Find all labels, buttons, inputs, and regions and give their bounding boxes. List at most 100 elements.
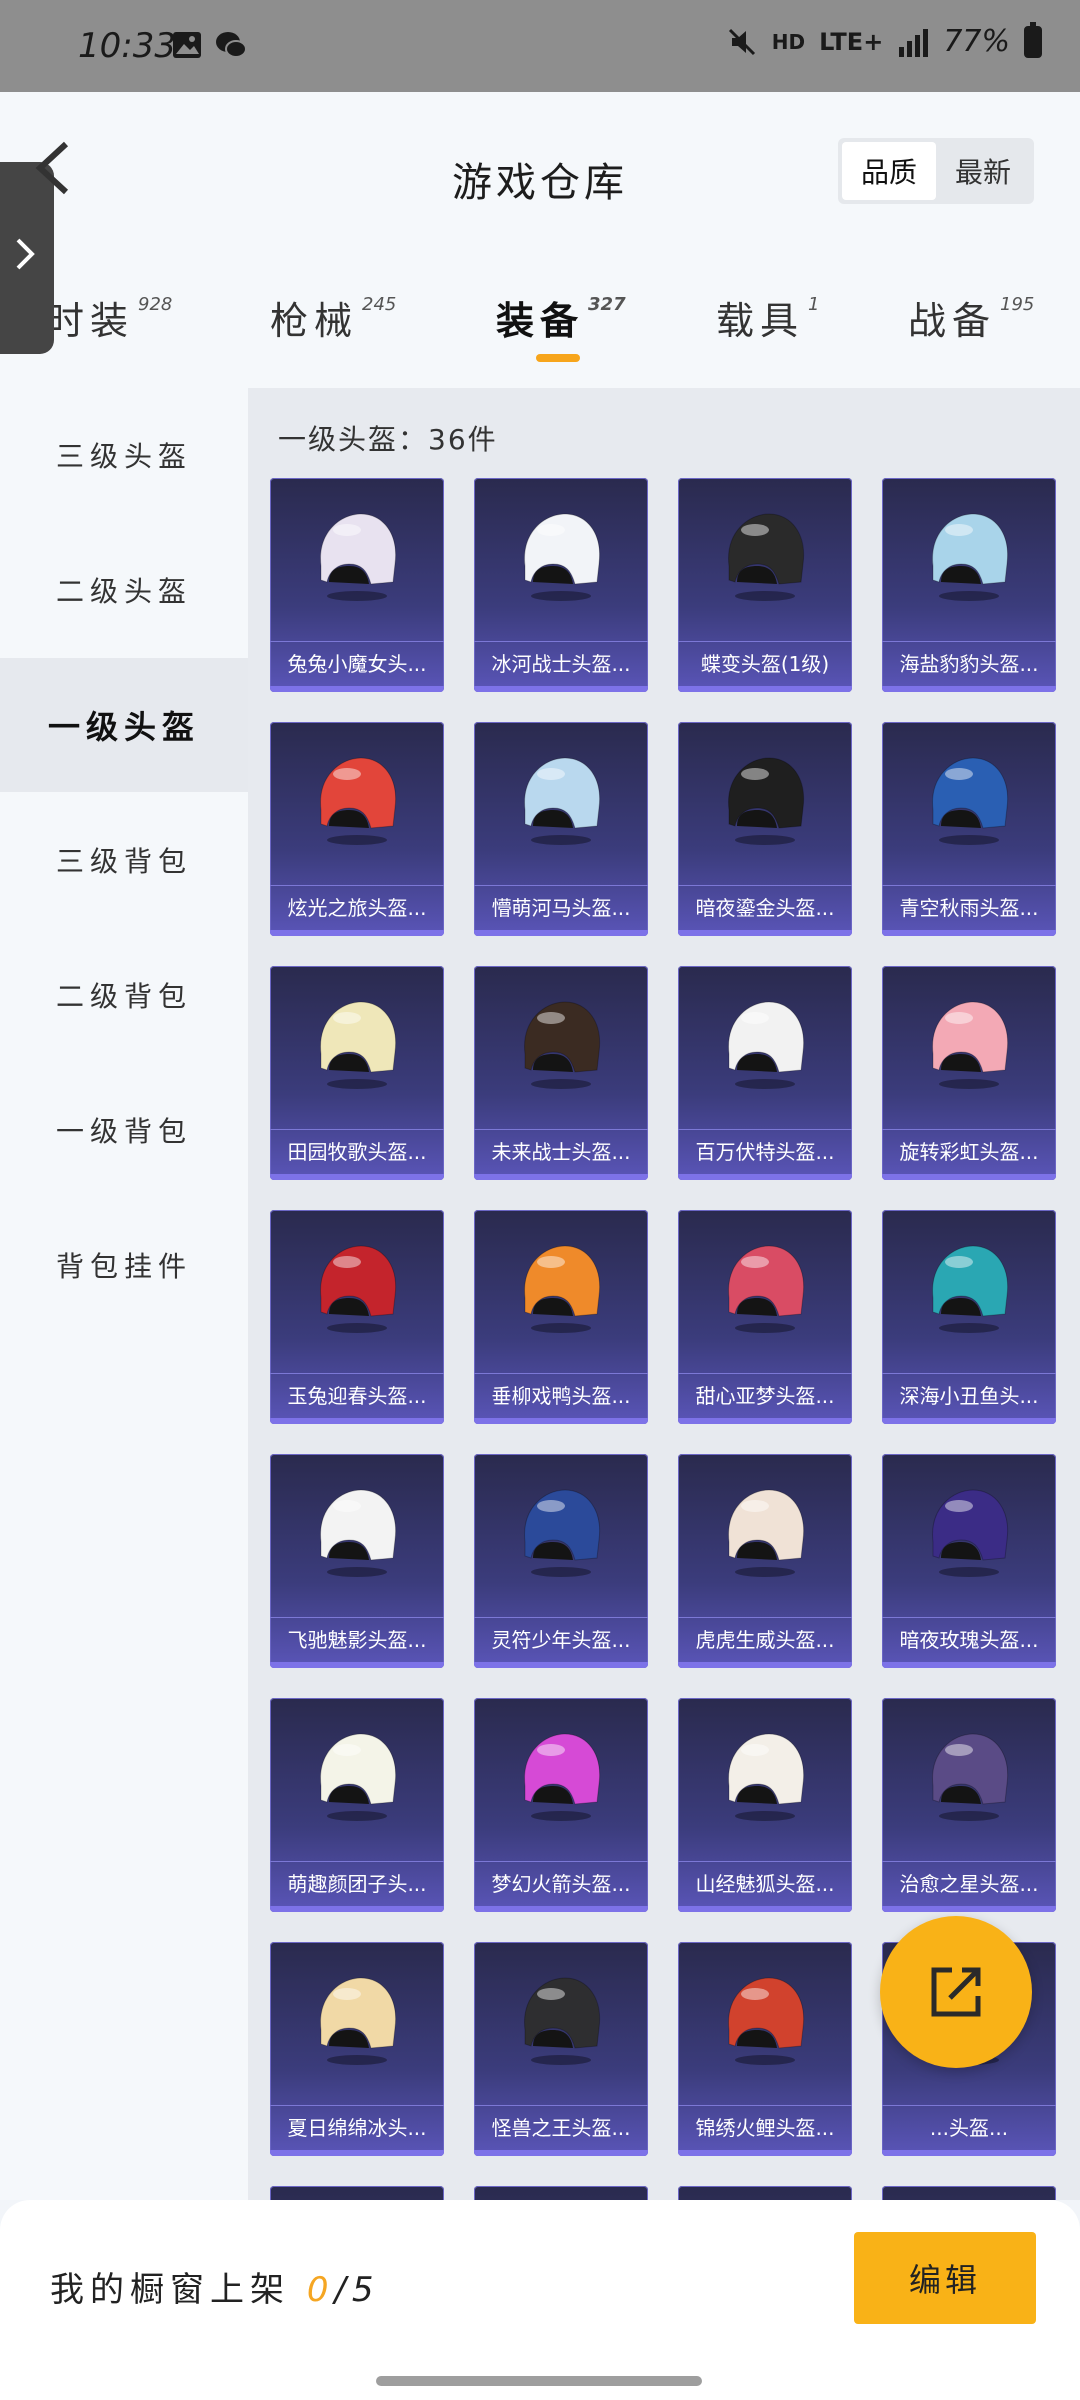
item-name: 暗夜玫瑰头盔... [882,1617,1056,1662]
item-name: 田园牧歌头盔... [270,1129,444,1174]
shelf-status: 我的橱窗上架 0/5 [50,2262,380,2311]
item-name: 飞驰魅影头盔... [270,1617,444,1662]
item-card[interactable]: 旋转彩虹头盔... [882,966,1056,1180]
helmet-icon [728,757,805,845]
back-arrow-icon[interactable] [28,138,72,198]
rarity-bar [270,1174,444,1180]
rarity-bar [474,1418,648,1424]
item-card[interactable] [882,2186,1056,2200]
item-name: ...头盔... [882,2105,1056,2150]
item-name: 梦幻火箭头盔... [474,1861,648,1906]
sidebar-item-level2-helmet[interactable]: 二级头盔 [0,523,248,657]
helmet-icon [320,1245,397,1333]
item-name: 萌趣颜团子头... [270,1861,444,1906]
item-card[interactable]: 飞驰魅影头盔... [270,1454,444,1668]
header: 游戏仓库 品质 最新 [0,92,1080,262]
item-card[interactable]: 兔兔小魔女头... [270,478,444,692]
item-card[interactable] [270,2186,444,2200]
item-name: 治愈之星头盔... [882,1861,1056,1906]
rarity-bar [678,1418,852,1424]
rarity-bar [270,2150,444,2156]
sidebar-item-level1-backpack[interactable]: 一级背包 [0,1063,248,1197]
item-card[interactable]: 炫光之旅头盔... [270,722,444,936]
item-card[interactable]: 甜心亚梦头盔... [678,1210,852,1424]
item-name: 垂柳戏鸭头盔... [474,1373,648,1418]
gesture-bar [0,2368,1080,2400]
rarity-bar [270,930,444,936]
helmet-icon [320,757,397,845]
tab-vehicles[interactable]: 载具 1 [716,290,819,345]
item-name: 青空秋雨头盔... [882,885,1056,930]
helmet-icon [728,513,805,601]
rarity-bar [882,1418,1056,1424]
item-card[interactable]: 治愈之星头盔... [882,1698,1056,1912]
helmet-icon [524,1733,601,1821]
item-card[interactable]: 蝶变头盔(1级) [678,478,852,692]
rarity-bar [270,1418,444,1424]
rarity-bar [270,1662,444,1668]
sort-toggle[interactable]: 品质 最新 [838,138,1034,204]
item-card[interactable]: 垂柳戏鸭头盔... [474,1210,648,1424]
helmet-icon [320,1977,397,2065]
edit-button[interactable]: 编辑 [854,2232,1036,2324]
rarity-bar [678,930,852,936]
item-card[interactable]: 冰河战士头盔... [474,478,648,692]
share-button[interactable] [880,1916,1032,2068]
item-name: 灵符少年头盔... [474,1617,648,1662]
item-name: 怪兽之王头盔... [474,2105,648,2150]
item-card[interactable]: 深海小丑鱼头... [882,1210,1056,1424]
item-card[interactable]: 百万伏特头盔... [678,966,852,1180]
rarity-bar [474,1662,648,1668]
item-card[interactable]: 玉兔迎春头盔... [270,1210,444,1424]
helmet-icon [320,1489,397,1577]
item-card[interactable]: 虎虎生威头盔... [678,1454,852,1668]
helmet-icon [524,1977,601,2065]
helmet-icon [932,1245,1009,1333]
item-card[interactable]: 夏日绵绵冰头... [270,1942,444,2156]
helmet-icon [524,1001,601,1089]
gallery-icon [173,32,201,58]
item-name: 玉兔迎春头盔... [270,1373,444,1418]
item-card[interactable]: 海盐豹豹头盔... [882,478,1056,692]
item-name: 夏日绵绵冰头... [270,2105,444,2150]
item-card[interactable]: 懵萌河马头盔... [474,722,648,936]
item-card[interactable]: 锦绣火鲤头盔... [678,1942,852,2156]
item-card[interactable]: 灵符少年头盔... [474,1454,648,1668]
sort-quality-button[interactable]: 品质 [842,142,936,200]
helmet-icon [524,757,601,845]
item-card[interactable]: 山经魅狐头盔... [678,1698,852,1912]
helmet-icon [728,1001,805,1089]
item-name: 兔兔小魔女头... [270,641,444,686]
item-card[interactable]: 田园牧歌头盔... [270,966,444,1180]
item-card[interactable] [678,2186,852,2200]
item-card[interactable]: 未来战士头盔... [474,966,648,1180]
item-card[interactable]: 暗夜玫瑰头盔... [882,1454,1056,1668]
rarity-bar [882,930,1056,936]
tab-battle-prep[interactable]: 战备 195 [908,290,1034,345]
sidebar-item-backpack-charm[interactable]: 背包挂件 [0,1198,248,1332]
sort-newest-button[interactable]: 最新 [936,142,1030,200]
home-indicator[interactable] [376,2376,702,2386]
rarity-bar [882,1174,1056,1180]
mute-icon [728,28,755,55]
item-card[interactable]: 萌趣颜团子头... [270,1698,444,1912]
item-name: 懵萌河马头盔... [474,885,648,930]
helmet-icon [524,513,601,601]
item-card[interactable]: 暗夜鎏金头盔... [678,722,852,936]
item-card[interactable]: 梦幻火箭头盔... [474,1698,648,1912]
rarity-bar [882,1906,1056,1912]
sidebar-item-level2-backpack[interactable]: 二级背包 [0,928,248,1062]
tab-equipment[interactable]: 装备 327 [496,290,626,345]
sidebar-item-level3-backpack[interactable]: 三级背包 [0,793,248,927]
sidebar-item-level3-helmet[interactable]: 三级头盔 [0,388,248,522]
item-name: 虎虎生威头盔... [678,1617,852,1662]
hd-indicator: HD [771,29,806,54]
item-card[interactable]: 青空秋雨头盔... [882,722,1056,936]
item-name: 深海小丑鱼头... [882,1373,1056,1418]
item-card[interactable]: 怪兽之王头盔... [474,1942,648,2156]
item-card[interactable] [474,2186,648,2200]
tab-fashion[interactable]: 时装 928 [46,290,172,345]
item-name: 山经魅狐头盔... [678,1861,852,1906]
sidebar-item-level1-helmet[interactable]: 一级头盔 [0,658,248,792]
tab-weapons[interactable]: 枪械 245 [270,290,396,345]
